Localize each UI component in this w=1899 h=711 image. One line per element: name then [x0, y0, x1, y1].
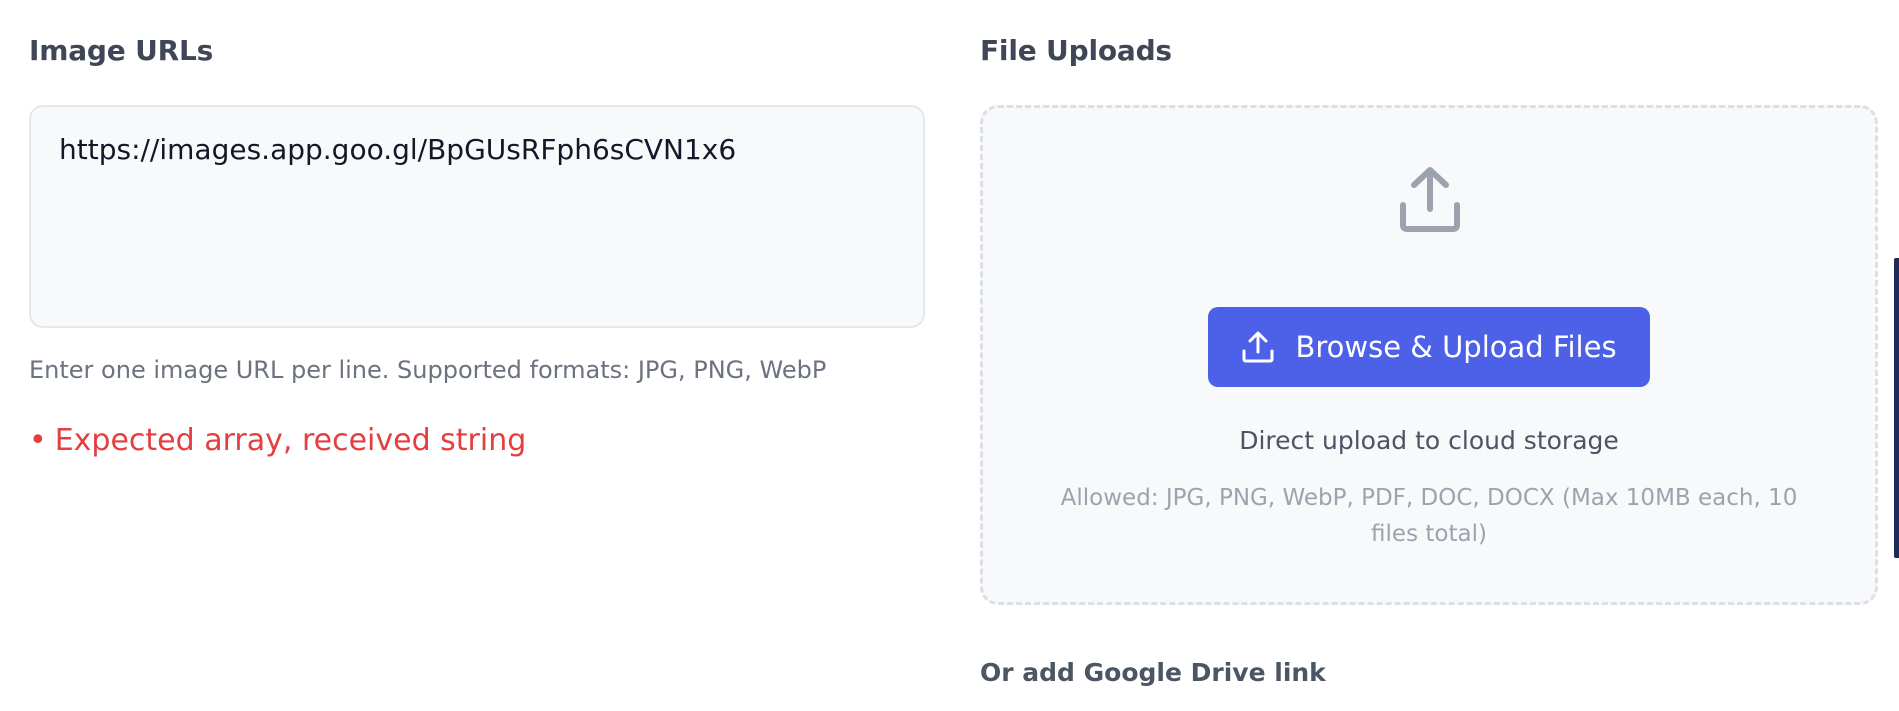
upload-icon: [1400, 167, 1460, 232]
image-urls-textarea[interactable]: https://images.app.goo.gl/BpGUsRFph6sCVN…: [29, 105, 925, 328]
image-urls-error: • Expected array, received string: [29, 423, 526, 458]
upload-icon: [1242, 331, 1274, 363]
browse-upload-button[interactable]: Browse & Upload Files: [1208, 307, 1650, 387]
allowed-formats-text: Allowed: JPG, PNG, WebP, PDF, DOC, DOCX …: [1060, 485, 1798, 547]
google-drive-link-label: Or add Google Drive link: [980, 658, 1326, 687]
error-message: Expected array, received string: [54, 423, 527, 458]
browse-upload-button-label: Browse & Upload Files: [1295, 330, 1617, 364]
side-panel-edge: [1894, 258, 1899, 558]
file-uploads-title: File Uploads: [980, 34, 1172, 67]
image-urls-helper-text: Enter one image URL per line. Supported …: [29, 356, 827, 384]
image-urls-title: Image URLs: [29, 34, 214, 67]
direct-upload-text: Direct upload to cloud storage: [1239, 426, 1619, 455]
error-bullet: •: [29, 423, 47, 458]
